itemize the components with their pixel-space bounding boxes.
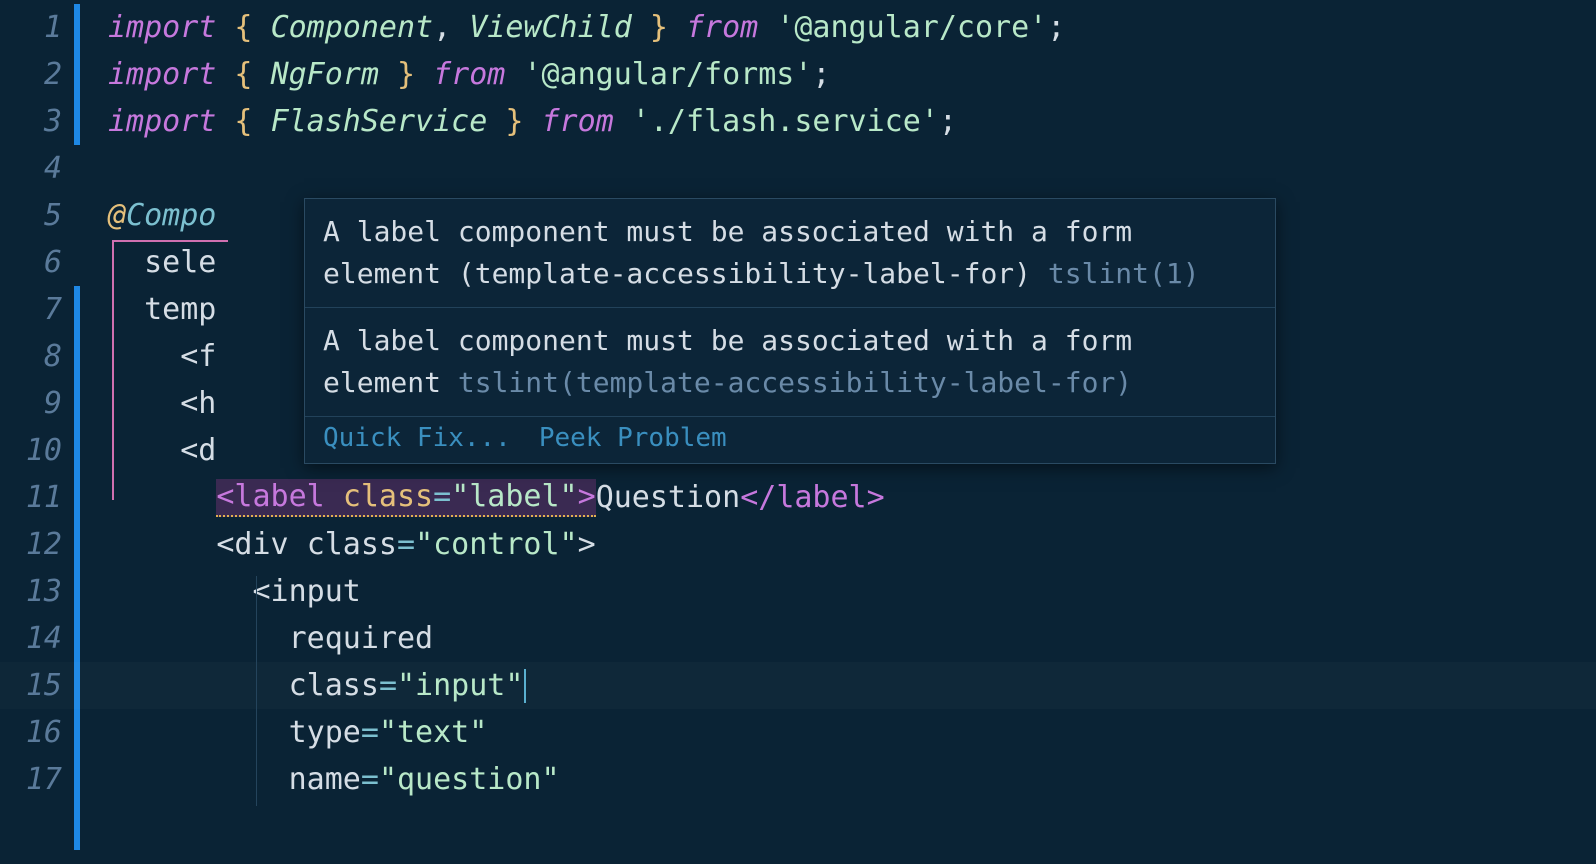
line-number: 3 bbox=[0, 98, 80, 145]
attr-value: "control" bbox=[415, 527, 578, 562]
punct: { bbox=[216, 10, 270, 45]
attr-value: "label" bbox=[451, 479, 577, 514]
punct: { bbox=[216, 57, 270, 92]
code-line[interactable]: required bbox=[80, 615, 1596, 662]
line-number: 17 bbox=[0, 756, 80, 803]
keyword: import bbox=[108, 57, 216, 92]
attr-name: class bbox=[307, 527, 397, 562]
property: temp bbox=[144, 292, 216, 327]
identifier: ViewChild bbox=[469, 10, 632, 45]
problem-hover: A label component must be associated wit… bbox=[304, 198, 1276, 464]
line-number: 9 bbox=[0, 380, 80, 427]
hover-actions: Quick Fix... Peek Problem bbox=[305, 417, 1275, 463]
equals: = bbox=[379, 668, 397, 703]
hover-source: tslint(1) bbox=[1048, 257, 1200, 290]
tag-open: <label bbox=[216, 479, 342, 514]
identifier: FlashService bbox=[271, 104, 488, 139]
line-number: 16 bbox=[0, 709, 80, 756]
code-line[interactable] bbox=[80, 145, 1596, 192]
punct: ; bbox=[939, 104, 957, 139]
code-line[interactable]: import { FlashService } from './flash.se… bbox=[80, 98, 1596, 145]
property: sele bbox=[144, 245, 216, 280]
punct: ; bbox=[812, 57, 830, 92]
equals: = bbox=[361, 715, 379, 750]
line-number-gutter: 1 2 3 ▸4 5 6 7 8 9 10 11 12 13 14 15 16 … bbox=[0, 0, 80, 864]
punct: ; bbox=[1047, 10, 1065, 45]
hover-message: A label component must be associated wit… bbox=[305, 308, 1275, 417]
string: '@angular/core' bbox=[776, 10, 1047, 45]
attr-value: "question" bbox=[379, 762, 560, 797]
punct: } bbox=[379, 57, 433, 92]
warning-span[interactable]: <label class="label"> bbox=[216, 479, 595, 517]
tag-end-close: > bbox=[867, 480, 885, 515]
code-editor[interactable]: 1 2 3 ▸4 5 6 7 8 9 10 11 12 13 14 15 16 … bbox=[0, 0, 1596, 864]
keyword: import bbox=[108, 10, 216, 45]
hover-source: tslint(template-accessibility-label-for) bbox=[458, 366, 1132, 399]
code-line[interactable]: <div class="control"> bbox=[80, 521, 1596, 568]
code-line[interactable]: import { NgForm } from '@angular/forms'; bbox=[80, 51, 1596, 98]
identifier: Component bbox=[271, 10, 434, 45]
attr-value: "text" bbox=[379, 715, 487, 750]
peek-problem-link[interactable]: Peek Problem bbox=[539, 423, 727, 453]
code-line[interactable]: type="text" bbox=[80, 709, 1596, 756]
equals: = bbox=[361, 762, 379, 797]
code-content[interactable]: import { Component, ViewChild } from '@a… bbox=[80, 0, 1596, 864]
line-number: 10 bbox=[0, 427, 80, 474]
line-number: 8 bbox=[0, 333, 80, 380]
line-number: 2 bbox=[0, 51, 80, 98]
line-number: 7 bbox=[0, 286, 80, 333]
keyword: from bbox=[433, 57, 523, 92]
line-number: 11 bbox=[0, 474, 80, 521]
code-line[interactable]: name="question" bbox=[80, 756, 1596, 803]
hover-text: A label component must be associated wit… bbox=[323, 215, 1132, 290]
code-line-active[interactable]: class="input" bbox=[80, 662, 1596, 709]
attr-name: required bbox=[289, 621, 434, 656]
keyword: from bbox=[686, 10, 776, 45]
attr-name: class bbox=[343, 479, 433, 514]
code-line[interactable]: <input bbox=[80, 568, 1596, 615]
tag: <h bbox=[180, 386, 216, 421]
attr-value: "input" bbox=[397, 668, 523, 703]
punct: { bbox=[216, 104, 270, 139]
line-number: 1 bbox=[0, 4, 80, 51]
attr-name: class bbox=[289, 668, 379, 703]
line-number: ▸4 bbox=[0, 145, 80, 192]
line-number-active: 15 bbox=[0, 662, 80, 709]
string: './flash.service' bbox=[632, 104, 939, 139]
equals: = bbox=[433, 479, 451, 514]
tag-open: <div bbox=[216, 527, 306, 562]
punct: } bbox=[487, 104, 541, 139]
equals: = bbox=[397, 527, 415, 562]
tag: <d bbox=[180, 433, 216, 468]
string: '@angular/forms' bbox=[523, 57, 812, 92]
code-line[interactable]: import { Component, ViewChild } from '@a… bbox=[80, 4, 1596, 51]
line-number: 6 bbox=[0, 239, 80, 286]
keyword: from bbox=[542, 104, 632, 139]
line-number: 13 bbox=[0, 568, 80, 615]
tag: <f bbox=[180, 339, 216, 374]
tag-close: > bbox=[578, 527, 596, 562]
tag-open: <input bbox=[253, 574, 361, 609]
decorator: @ bbox=[108, 198, 126, 233]
text-cursor bbox=[524, 669, 526, 703]
tag-close: > bbox=[578, 479, 596, 514]
attr-name: type bbox=[289, 715, 361, 750]
hover-message: A label component must be associated wit… bbox=[305, 199, 1275, 308]
identifier: Compo bbox=[126, 198, 216, 233]
punct: } bbox=[632, 10, 686, 45]
text-content: Question bbox=[596, 480, 741, 515]
line-number: 5 bbox=[0, 192, 80, 239]
tag-end-open: </ bbox=[740, 480, 776, 515]
identifier: NgForm bbox=[271, 57, 379, 92]
keyword: import bbox=[108, 104, 216, 139]
line-number: 14 bbox=[0, 615, 80, 662]
line-number: 12 bbox=[0, 521, 80, 568]
tag-end-name: label bbox=[776, 480, 866, 515]
quick-fix-link[interactable]: Quick Fix... bbox=[323, 423, 511, 453]
attr-name: name bbox=[289, 762, 361, 797]
code-line[interactable]: <label class="label">Question</label> bbox=[80, 474, 1596, 521]
punct: , bbox=[433, 10, 469, 45]
